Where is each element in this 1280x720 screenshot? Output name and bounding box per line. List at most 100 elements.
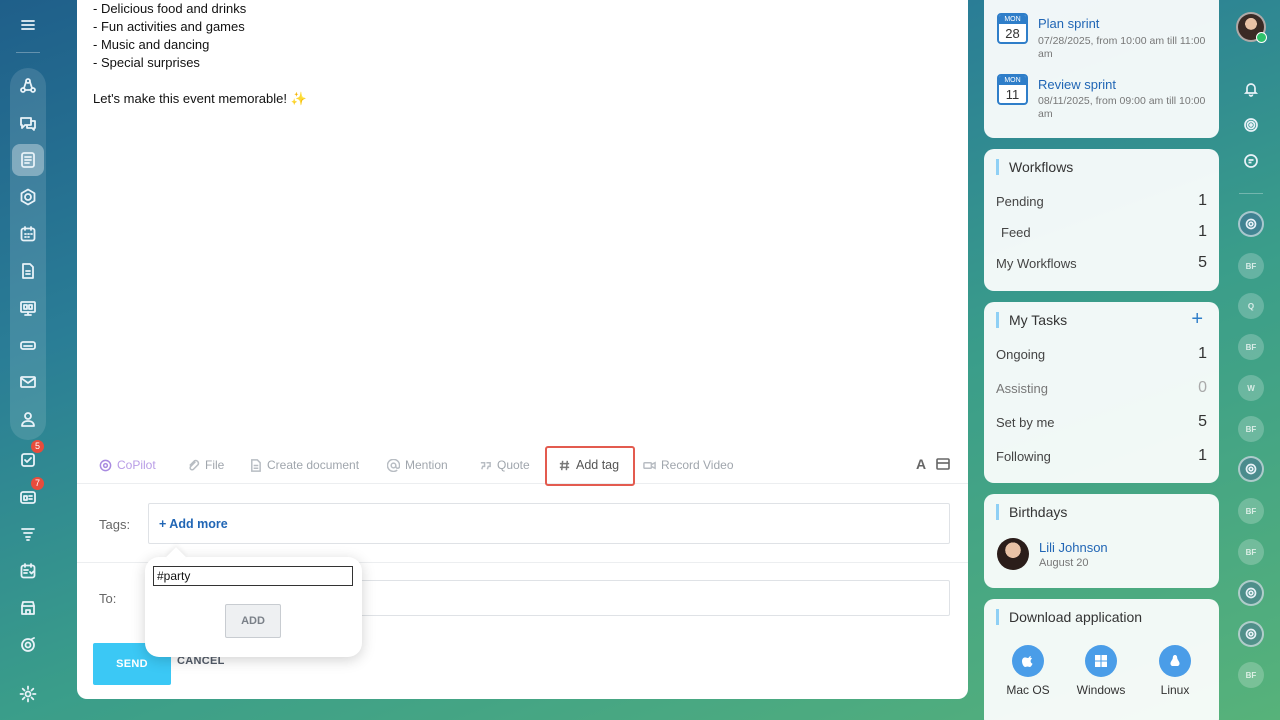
calendar-icon[interactable] xyxy=(12,218,44,250)
add-more-tags-link[interactable]: + Add more xyxy=(159,517,228,531)
record-video-button[interactable]: Record Video xyxy=(643,458,734,472)
to-label: To: xyxy=(99,591,117,606)
task-row-following[interactable]: Following 1 xyxy=(996,447,1207,465)
chat-avatar[interactable]: BF xyxy=(1238,253,1264,279)
quote-icon xyxy=(480,461,491,469)
windows-icon xyxy=(1095,655,1107,667)
app-label: Linux xyxy=(1160,683,1190,697)
copilot-chat-icon[interactable] xyxy=(1238,580,1264,606)
contacts-icon[interactable] xyxy=(12,403,44,435)
quote-button[interactable]: Quote xyxy=(479,458,530,472)
menu-icon[interactable] xyxy=(12,9,44,41)
chat-avatar[interactable]: BF xyxy=(1238,334,1264,360)
mention-button[interactable]: Mention xyxy=(387,458,448,472)
row-label: My Workflows xyxy=(996,255,1077,271)
chat-avatar[interactable]: BF xyxy=(1238,498,1264,524)
funnel-icon[interactable] xyxy=(12,518,44,550)
avatar[interactable] xyxy=(997,538,1029,570)
notifications-bell-icon[interactable] xyxy=(1238,76,1264,102)
collab-icon[interactable] xyxy=(12,70,44,102)
download-title: Download application xyxy=(996,609,1142,625)
file-button[interactable]: File xyxy=(187,458,224,472)
row-count: 1 xyxy=(1198,447,1207,464)
feed-icon[interactable] xyxy=(12,144,44,176)
workflow-row-pending[interactable]: Pending 1 xyxy=(996,192,1207,210)
mail-icon[interactable] xyxy=(12,366,44,398)
event-title[interactable]: Plan sprint xyxy=(1038,16,1099,31)
chat-avatar[interactable]: Q xyxy=(1238,293,1264,319)
tag-input[interactable] xyxy=(153,566,353,586)
copilot-rail-icon[interactable] xyxy=(12,629,44,661)
workflow-row-my-workflows[interactable]: My Workflows 5 xyxy=(996,254,1207,272)
rail-divider xyxy=(16,52,40,53)
video-camera-icon xyxy=(643,461,656,469)
row-count: 5 xyxy=(1198,254,1207,271)
row-label: Pending xyxy=(996,193,1044,209)
my-tasks-title: My Tasks xyxy=(996,312,1067,328)
download-macos[interactable]: Mac OS xyxy=(993,645,1063,697)
task-row-assisting[interactable]: Assisting 0 xyxy=(996,379,1207,397)
row-label: Following xyxy=(996,448,1051,464)
workflows-title: Workflows xyxy=(996,159,1073,175)
chat-avatar[interactable]: BF xyxy=(1238,416,1264,442)
schedule-icon[interactable] xyxy=(12,555,44,587)
sparkle-emoji: ✨ xyxy=(290,91,307,106)
row-count: 5 xyxy=(1198,413,1207,430)
copilot-chat-icon[interactable] xyxy=(1238,456,1264,482)
app-label: Mac OS xyxy=(1006,683,1050,697)
download-windows[interactable]: Windows xyxy=(1066,645,1136,697)
online-status-icon xyxy=(1256,32,1267,43)
add-tag-confirm-button[interactable]: ADD xyxy=(225,604,281,638)
document-icon[interactable] xyxy=(12,255,44,287)
download-app-card: Download application Mac OS Windows Linu… xyxy=(984,599,1219,720)
copilot-chat-icon[interactable] xyxy=(1238,211,1264,237)
chat-avatar[interactable]: BF xyxy=(1238,662,1264,688)
text-format-button[interactable]: A xyxy=(916,456,926,472)
create-document-button[interactable]: Create document xyxy=(249,458,359,472)
tags-label: Tags: xyxy=(99,517,131,532)
task-row-set-by-me[interactable]: Set by me 5 xyxy=(996,413,1207,431)
event-day: 28 xyxy=(1005,26,1020,41)
copilot-chat-icon[interactable] xyxy=(1238,621,1264,647)
record-video-label: Record Video xyxy=(661,458,734,472)
tasks-icon[interactable]: 5 xyxy=(12,440,44,476)
chat-avatar[interactable]: W xyxy=(1238,375,1264,401)
store-icon[interactable] xyxy=(12,592,44,624)
tags-field[interactable]: + Add more xyxy=(148,503,950,544)
user-avatar[interactable] xyxy=(1236,12,1267,43)
settings-icon[interactable] xyxy=(12,678,44,710)
event-day: 11 xyxy=(1005,87,1020,102)
linux-icon xyxy=(1170,655,1180,666)
row-label: Set by me xyxy=(996,414,1055,430)
editor-toolbar: CoPilot File Create document Mention Quo… xyxy=(77,450,968,484)
apple-icon xyxy=(1022,656,1033,667)
birthday-name[interactable]: Lili Johnson xyxy=(1039,540,1108,555)
hexagon-icon[interactable] xyxy=(12,181,44,213)
drive-icon[interactable] xyxy=(12,329,44,361)
events-card: MON 28 Plan sprint 07/28/2025, from 10:0… xyxy=(984,0,1219,138)
download-linux[interactable]: Linux xyxy=(1140,645,1210,697)
post-body[interactable]: - Delicious food and drinks - Fun activi… xyxy=(93,0,307,108)
calendar-date-icon: MON 28 xyxy=(997,13,1028,44)
event-title[interactable]: Review sprint xyxy=(1038,77,1116,92)
activity-stream-icon[interactable] xyxy=(1238,112,1264,138)
calendar-date-icon: MON 11 xyxy=(997,74,1028,105)
task-row-ongoing[interactable]: Ongoing 1 xyxy=(996,345,1207,363)
copilot-button[interactable]: CoPilot xyxy=(99,458,156,472)
row-label: Ongoing xyxy=(996,346,1046,362)
board-icon[interactable] xyxy=(12,292,44,324)
row-count: 0 xyxy=(1198,379,1207,396)
at-sign-icon xyxy=(387,458,400,472)
file-label: File xyxy=(205,458,225,472)
birthdays-title: Birthdays xyxy=(996,504,1067,520)
create-document-label: Create document xyxy=(267,458,360,472)
add-task-button[interactable]: + xyxy=(1191,308,1203,331)
workflow-row-feed[interactable]: Feed 1 xyxy=(1001,223,1207,241)
crm-icon[interactable]: 7 xyxy=(12,477,44,513)
chat-icon[interactable] xyxy=(12,107,44,139)
chat-search-icon[interactable] xyxy=(1238,148,1264,174)
workflows-card: Workflows Pending 1 Feed 1 My Workflows … xyxy=(984,149,1219,291)
panel-toggle-icon[interactable] xyxy=(936,457,950,474)
chat-avatar[interactable]: BF xyxy=(1238,539,1264,565)
document-small-icon xyxy=(251,458,261,472)
